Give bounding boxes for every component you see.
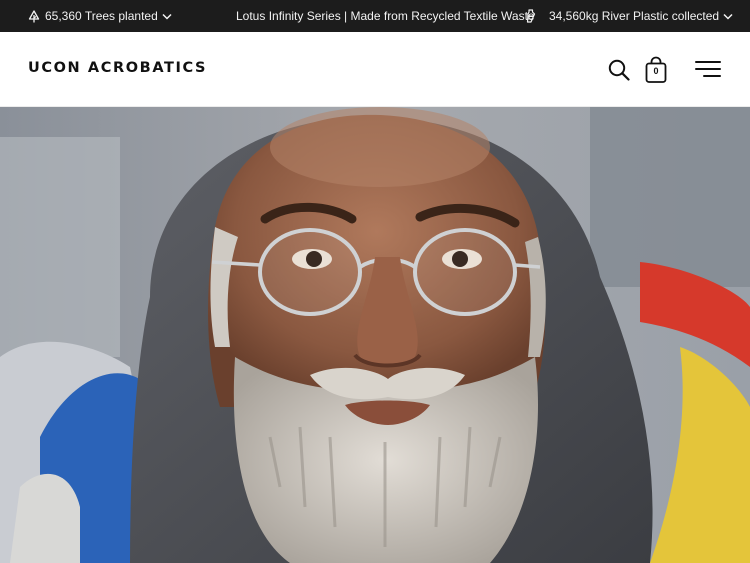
hero-image [0, 107, 750, 563]
menu-icon [695, 61, 721, 77]
river-plastic-dropdown[interactable]: 34,560kg River Plastic collected [524, 0, 733, 32]
river-plastic-text: 34,560kg River Plastic collected [549, 9, 720, 23]
hero-portrait-illustration [0, 107, 750, 563]
search-button[interactable] [605, 56, 633, 84]
chevron-down-icon [723, 13, 733, 20]
search-icon [608, 59, 630, 81]
site-logo[interactable]: UCON ACROBATICS [28, 60, 207, 76]
chevron-down-icon [162, 13, 172, 20]
trees-planted-dropdown[interactable]: 65,360 Trees planted [28, 0, 172, 32]
trees-planted-text: 65,360 Trees planted [45, 9, 158, 23]
series-announcement-text: Lotus Infinity Series | Made from Recycl… [236, 9, 535, 23]
cart-count: 0 [653, 66, 659, 76]
tree-icon [28, 9, 40, 22]
site-header: UCON ACROBATICS 0 [0, 32, 750, 107]
series-announcement: Lotus Infinity Series | Made from Recycl… [236, 0, 535, 32]
announcement-bar: 65,360 Trees planted Lotus Infinity Seri… [0, 0, 750, 32]
cart-button[interactable]: 0 [642, 54, 670, 86]
plastic-bottle-icon [526, 9, 536, 23]
menu-button[interactable] [694, 57, 722, 81]
